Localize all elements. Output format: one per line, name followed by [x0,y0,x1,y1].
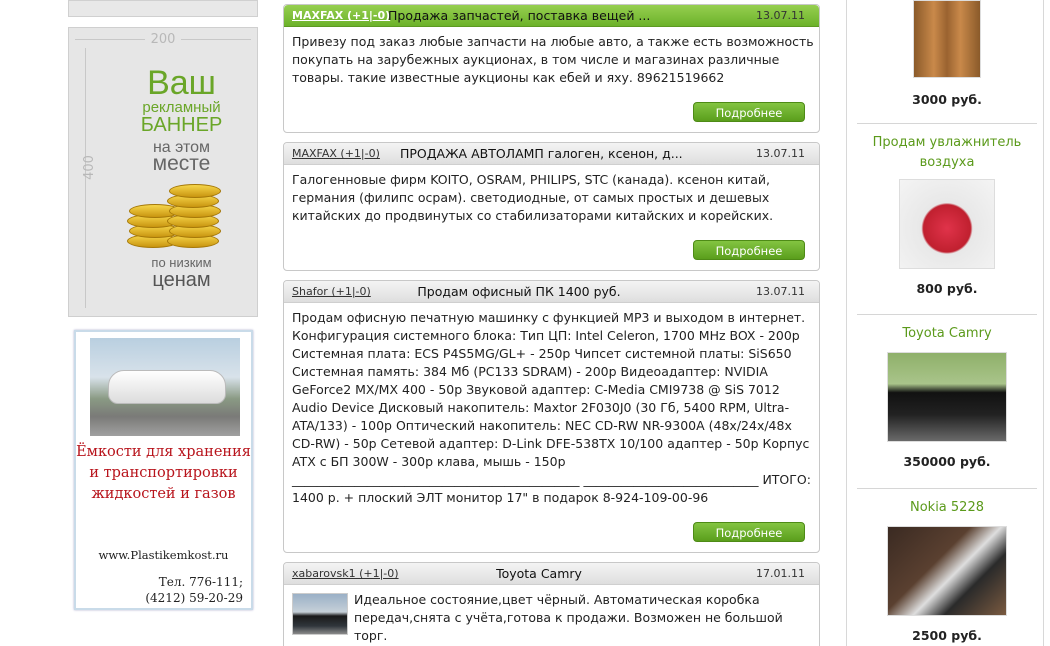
listing-card: Shafor (+1|-0) Продам офисный ПК 1400 ру… [283,280,820,553]
more-button[interactable]: Подробнее [693,240,805,260]
featured-item[interactable]: 3000 руб. [857,0,1037,107]
ad-phone: (4212) 59-20-29 [145,591,243,605]
banner-width-label: 200 [150,32,176,47]
tank-advertisement[interactable]: Ёмкости для хранения и транспортировки ж… [74,330,253,610]
featured-column: 3000 руб. Продам увлажнитель воздуха 800… [846,0,1044,646]
ad-phones: Тел. 776-111; (4212) 59-20-29 [83,574,243,606]
crib-image[interactable] [913,0,981,78]
listing-header: xabarovsk1 (+1|-0) Toyota Camry 17.01.11 [284,563,819,585]
author-link[interactable]: MAXFAX (+1|-0) [292,9,390,22]
listing-title[interactable]: ПРОДАЖА АВТОЛАМП галоген, ксенон, д... [400,146,700,161]
banner-line: по низким [151,255,212,270]
banner-line: БАННЕР [140,114,223,136]
listing-title[interactable]: Продам офисный ПК 1400 руб. [394,284,644,299]
listing-card: MAXFAX (+1|-0) ПРОДАЖА АВТОЛАМП галоген,… [283,142,820,271]
author-link[interactable]: MAXFAX (+1|-0) [292,147,380,160]
tank-photo [90,338,240,436]
car-image[interactable] [887,352,1007,442]
listing-body: Привезу под заказ любые запчасти на любы… [292,34,814,85]
humidifier-image[interactable] [899,179,995,269]
ad-url[interactable]: www.Plastikemkost.ru [76,548,251,562]
separator [857,488,1037,489]
more-button[interactable]: Подробнее [693,522,805,542]
listing-card: MAXFAX (+1|-0) Продажа запчастей, постав… [283,4,820,133]
author-link[interactable]: xabarovsk1 (+1|-0) [292,567,399,580]
listing-header: Shafor (+1|-0) Продам офисный ПК 1400 ру… [284,281,819,303]
banner-line: Ваш [147,64,216,102]
author-link[interactable]: Shafor (+1|-0) [292,285,371,298]
listing-title[interactable]: Продажа запчастей, поставка вещей ... [388,8,688,23]
featured-title[interactable]: Nokia 5228 [857,498,1037,518]
banner-stub [68,0,258,17]
banner-line: месте [152,152,211,175]
listing-date: 17.01.11 [756,567,805,580]
featured-price: 3000 руб. [912,92,982,107]
featured-price: 2500 руб. [912,628,982,643]
listing-header: MAXFAX (+1|-0) ПРОДАЖА АВТОЛАМП галоген,… [284,143,819,165]
listings-column: MAXFAX (+1|-0) Продажа запчастей, постав… [268,0,834,646]
separator [857,123,1037,124]
banner-line: ценам [152,269,211,291]
featured-title[interactable]: Toyota Camry [857,324,1037,344]
listing-body: Идеальное состояние,цвет чёрный. Автомат… [354,592,783,643]
left-column: 200 400 Ваш рекламный БАННЕР на этом мес… [68,0,258,646]
featured-item[interactable]: Nokia 5228 2500 руб. [857,498,1037,643]
listing-body: Галогенновые фирм KOITO, OSRAM, PHILIPS,… [292,172,774,223]
listing-body: Продам офисную печатную машинку с функци… [292,310,811,505]
tank-shape [108,370,226,404]
separator [857,314,1037,315]
phone-image[interactable] [887,526,1007,616]
coins-illustration [127,178,227,250]
listing-card: xabarovsk1 (+1|-0) Toyota Camry 17.01.11… [283,562,820,646]
listing-date: 13.07.11 [756,147,805,160]
listing-thumbnail[interactable] [292,593,348,635]
featured-title[interactable]: Продам увлажнитель воздуха [857,133,1037,173]
listing-date: 13.07.11 [756,9,805,22]
featured-price: 800 руб. [916,281,978,296]
banner-height-label: 400 [81,155,97,180]
listing-title[interactable]: Toyota Camry [414,566,664,581]
listing-header: MAXFAX (+1|-0) Продажа запчастей, постав… [284,5,819,27]
more-button[interactable]: Подробнее [693,102,805,122]
ad-placeholder-banner[interactable]: 200 400 Ваш рекламный БАННЕР на этом мес… [68,27,258,317]
featured-item[interactable]: Продам увлажнитель воздуха 800 руб. [857,133,1037,296]
listing-date: 13.07.11 [756,285,805,298]
featured-item[interactable]: Toyota Camry 350000 руб. [857,324,1037,469]
ad-title: Ёмкости для хранения и транспортировки ж… [76,444,251,502]
ad-phone: Тел. 776-111; [158,575,243,589]
featured-price: 350000 руб. [903,454,991,469]
